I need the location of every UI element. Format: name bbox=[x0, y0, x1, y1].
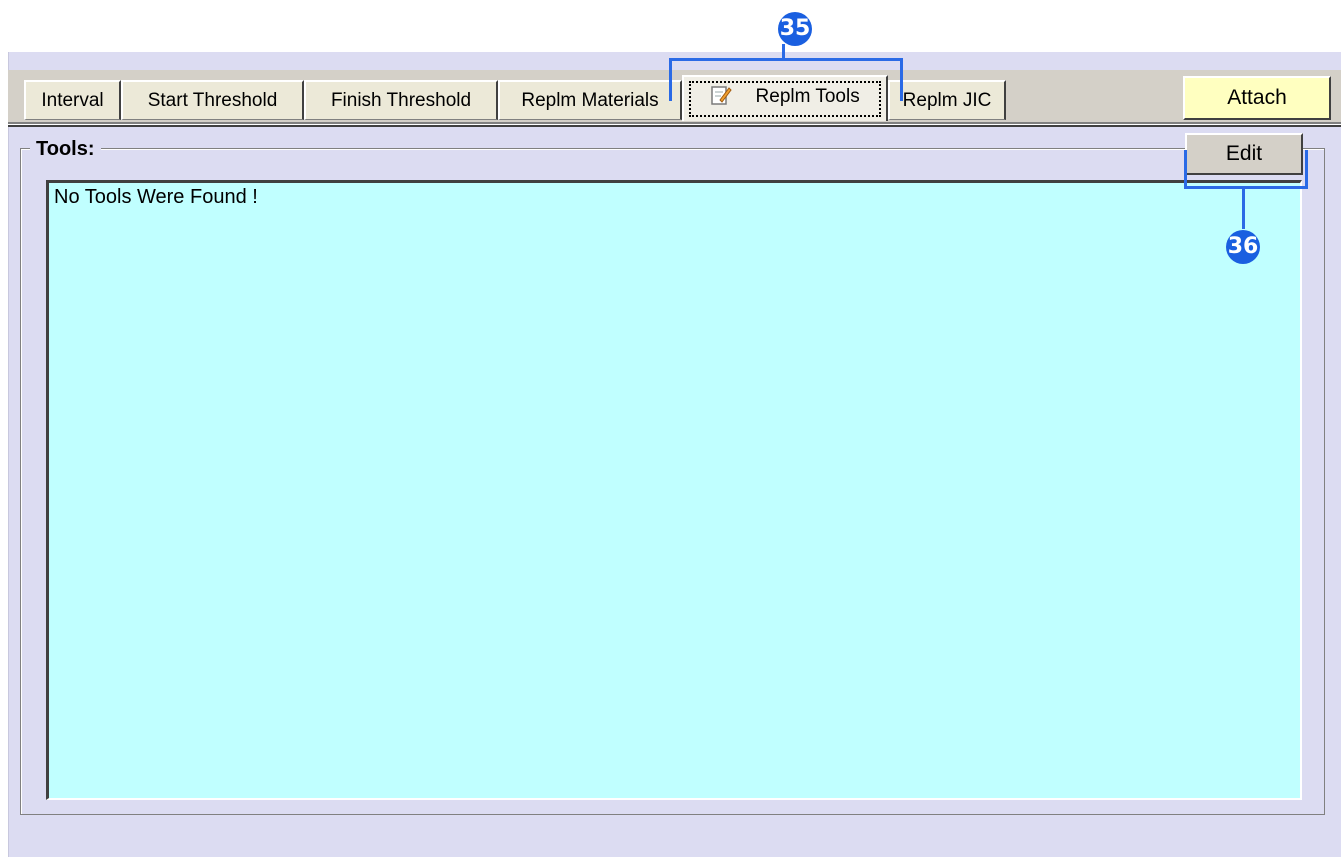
tab-replm-materials[interactable]: Replm Materials bbox=[498, 80, 682, 120]
callout-line-edit bbox=[1242, 189, 1245, 229]
tab-label: Finish Threshold bbox=[330, 90, 472, 111]
tab-strip-divider bbox=[8, 122, 1341, 127]
tab-interval[interactable]: Interval bbox=[24, 80, 121, 120]
tab-label: Interval bbox=[41, 90, 104, 111]
tab-label: Replm JIC bbox=[902, 90, 992, 111]
tab-replm-jic[interactable]: Replm JIC bbox=[888, 80, 1006, 120]
tools-list[interactable] bbox=[46, 180, 1302, 800]
callout-line-tabs bbox=[782, 44, 785, 58]
attach-button[interactable]: Attach bbox=[1183, 76, 1331, 120]
tab-start-threshold[interactable]: Start Threshold bbox=[121, 80, 304, 120]
callout-bracket-tabs bbox=[669, 58, 903, 101]
callout-badge-edit: 36 bbox=[1226, 230, 1260, 264]
callout-bracket-edit bbox=[1184, 150, 1308, 189]
tab-label: Start Threshold bbox=[147, 90, 278, 111]
callout-badge-tabs: 35 bbox=[778, 12, 812, 46]
tab-finish-threshold[interactable]: Finish Threshold bbox=[304, 80, 498, 120]
empty-message: No Tools Were Found ! bbox=[54, 186, 258, 208]
tab-label: Replm Materials bbox=[521, 90, 659, 111]
tools-group-label: Tools: bbox=[30, 138, 101, 161]
